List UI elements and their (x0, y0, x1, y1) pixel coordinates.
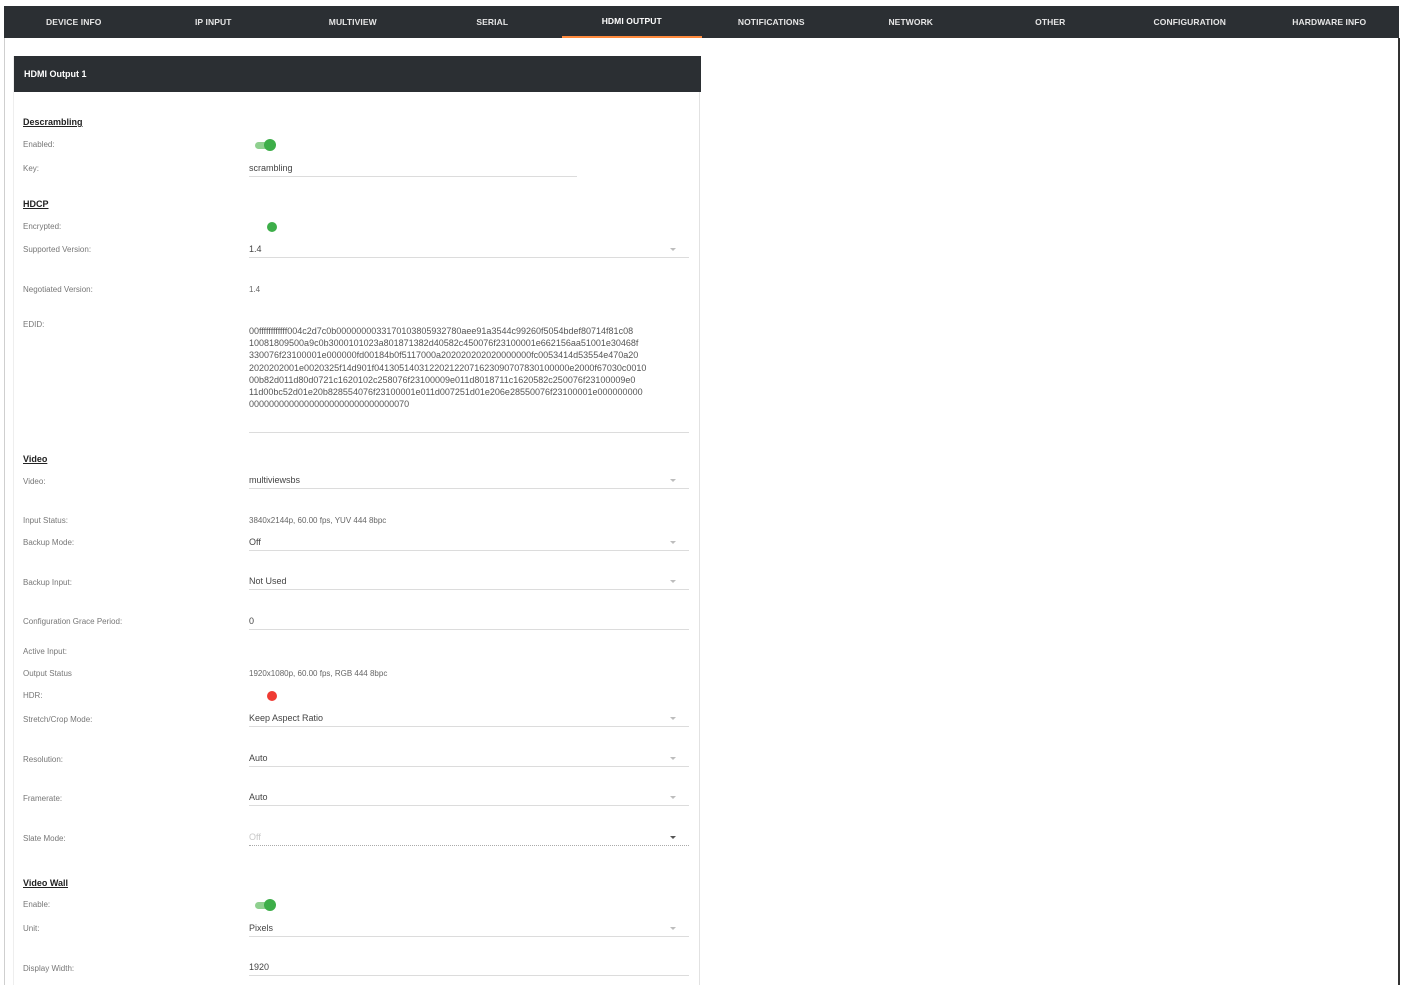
toggle-knob (264, 139, 276, 151)
tab-hardware-info[interactable]: HARDWARE INFO (1260, 6, 1400, 38)
resolution-value: Auto (249, 753, 268, 763)
edid-line: 10081809500a9c0b3000101023a801871382d405… (249, 338, 639, 349)
chevron-down-icon (669, 794, 677, 800)
tab-notifications[interactable]: NOTIFICATIONS (702, 6, 842, 38)
descrambling-enabled-label: Enabled: (23, 140, 55, 149)
descrambling-key-value: scrambling (249, 163, 293, 173)
video-wall-enable-toggle[interactable] (255, 899, 276, 911)
video-source-value: multiviewsbs (249, 475, 301, 485)
tab-multiview[interactable]: MULTIVIEW (283, 6, 423, 38)
chevron-down-icon (669, 715, 677, 721)
section-title-video-wall: Video Wall (23, 878, 69, 888)
video-wall-enable-label: Enable: (23, 900, 51, 909)
video-wall-unit-label: Unit: (23, 924, 40, 933)
frame-border-left (4, 38, 5, 985)
chevron-down-icon (669, 539, 677, 545)
top-navigation: DEVICE INFO IP INPUT MULTIVIEW SERIAL HD… (4, 6, 1399, 38)
framerate-value: Auto (249, 792, 268, 802)
backup-mode-select[interactable]: Off (249, 534, 689, 551)
grace-period-label: Configuration Grace Period: (23, 617, 123, 626)
output-status-value: 1920x1080p, 60.00 fps, RGB 444 8bpc (249, 669, 388, 678)
edid-line: 11d00bc52d01e20b828554076f23100001e011d0… (249, 387, 643, 398)
display-width-label: Display Width: (23, 964, 75, 973)
edid-label: EDID: (23, 320, 45, 329)
hdr-label: HDR: (23, 691, 43, 700)
grace-period-value: 0 (249, 616, 255, 626)
section-title-hdcp: HDCP (23, 199, 49, 209)
edid-line: 00000000000000000000000000000070 (249, 399, 410, 410)
hdcp-supported-version-label: Supported Version: (23, 245, 92, 254)
backup-input-label: Backup Input: (23, 578, 72, 587)
chevron-down-icon (669, 755, 677, 761)
display-width-input[interactable]: 1920 (249, 959, 689, 976)
tab-ip-input[interactable]: IP INPUT (144, 6, 284, 38)
video-source-select[interactable]: multiviewsbs (249, 472, 689, 489)
toggle-knob (264, 899, 276, 911)
video-wall-unit-value: Pixels (249, 923, 274, 933)
descrambling-enabled-toggle[interactable] (255, 139, 276, 151)
framerate-select[interactable]: Auto (249, 789, 689, 806)
edid-line: 00ffffffffffff004c2d7c0b0000000033170103… (249, 326, 634, 336)
chevron-down-icon (669, 246, 677, 252)
descrambling-key-label: Key: (23, 164, 40, 173)
stretch-crop-value: Keep Aspect Ratio (249, 713, 324, 723)
chevron-down-icon (669, 925, 677, 931)
edid-textarea[interactable]: 00ffffffffffff004c2d7c0b0000000033170103… (249, 325, 689, 433)
section-title-video: Video (23, 454, 48, 464)
edid-line: 330076f23100001e000000fd00184b0f5117000a… (249, 350, 639, 361)
display-width-value: 1920 (249, 962, 270, 972)
backup-input-value: Not Used (249, 576, 287, 586)
input-status-value: 3840x2144p, 60.00 fps, YUV 444 8bpc (249, 516, 387, 525)
tab-hdmi-output[interactable]: HDMI OUTPUT (562, 6, 702, 38)
card-title: HDMI Output 1 (14, 56, 701, 92)
tab-other[interactable]: OTHER (981, 6, 1121, 38)
section-title-descrambling: Descrambling (23, 117, 83, 127)
frame-border-right (1398, 38, 1400, 985)
slate-mode-label: Slate Mode: (23, 834, 66, 843)
grace-period-input[interactable]: 0 (249, 613, 689, 630)
hdcp-supported-version-select[interactable]: 1.4 (249, 241, 689, 258)
hdcp-encrypted-status-icon (267, 222, 277, 232)
chevron-down-icon (669, 834, 677, 840)
input-status-label: Input Status: (23, 516, 68, 525)
chevron-down-icon (669, 477, 677, 483)
hdr-status-icon (267, 691, 277, 701)
tab-network[interactable]: NETWORK (841, 6, 981, 38)
descrambling-key-input[interactable]: scrambling (249, 160, 577, 177)
backup-mode-label: Backup Mode: (23, 538, 75, 547)
stretch-crop-label: Stretch/Crop Mode: (23, 715, 93, 724)
output-status-label: Output Status (23, 669, 72, 678)
hdcp-encrypted-label: Encrypted: (23, 222, 62, 231)
backup-input-select[interactable]: Not Used (249, 573, 689, 590)
chevron-down-icon (669, 578, 677, 584)
tab-device-info[interactable]: DEVICE INFO (4, 6, 144, 38)
slate-mode-value: Off (249, 832, 261, 842)
slate-mode-select: Off (249, 829, 689, 846)
resolution-select[interactable]: Auto (249, 750, 689, 767)
edid-line: 2020202001e0020325f14d901f04130514031220… (249, 362, 647, 373)
hdcp-negotiated-version-label: Negotiated Version: (23, 285, 93, 294)
tab-configuration[interactable]: CONFIGURATION (1120, 6, 1260, 38)
active-input-label: Active Input: (23, 647, 68, 656)
backup-mode-value: Off (249, 537, 261, 547)
resolution-label: Resolution: (23, 755, 64, 764)
hdcp-negotiated-version-value: 1.4 (249, 285, 261, 294)
edid-line: 00b82d011d80d0721c1620102c258076f2310000… (249, 374, 636, 385)
stretch-crop-select[interactable]: Keep Aspect Ratio (249, 710, 689, 727)
video-wall-unit-select[interactable]: Pixels (249, 920, 689, 937)
framerate-label: Framerate: (23, 794, 63, 803)
hdcp-supported-version-value: 1.4 (249, 244, 262, 254)
tab-serial[interactable]: SERIAL (423, 6, 563, 38)
video-source-label: Video: (23, 477, 46, 486)
